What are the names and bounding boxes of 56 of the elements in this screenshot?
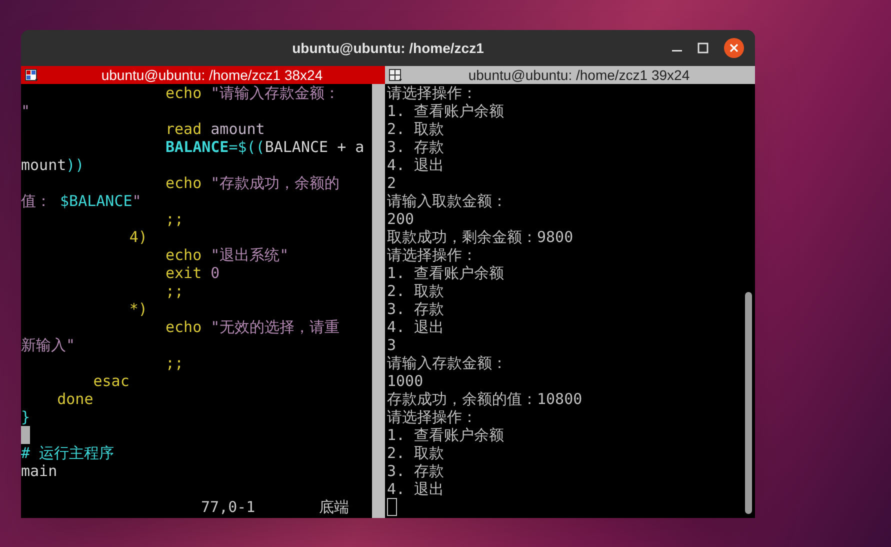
output-line: 200 [387,210,414,228]
maximize-icon[interactable] [697,42,709,54]
window-title: ubuntu@ubuntu: /home/zcz1 [292,38,484,58]
output-line: 3. 存款 [387,138,444,156]
code-line: main [21,462,58,480]
output-line: 存款成功，余额的值：10800 [387,390,582,408]
code-line: esac [92,372,130,390]
code-line: 值： $BALANCE" [21,192,142,210]
output-line: 请选择操作： [387,84,477,102]
code-line: 4) [128,228,148,246]
output-line: 2 [387,174,396,192]
pane-title: ubuntu@ubuntu: /home/zcz1 39x24 [467,66,691,84]
output-line: 3. 存款 [387,300,444,318]
code-line: } [21,408,30,426]
output-line: 1. 查看账户余额 [387,264,504,282]
output-line: 2. 取款 [387,444,444,462]
output-line: 4. 退出 [387,480,444,498]
scrollbar[interactable] [742,84,755,518]
output-line: 2. 取款 [387,120,444,138]
code-line: done [56,390,94,408]
close-icon[interactable] [723,37,745,59]
pane-title-bar[interactable]: ubuntu@ubuntu: /home/zcz1 38x24 [21,66,385,84]
code-line: " [21,102,30,120]
output-line: 请选择操作： [387,246,477,264]
output-line: 4. 退出 [387,156,444,174]
split-pane-icon[interactable] [389,68,403,82]
code-line: echo "退出系统" [164,246,289,264]
code-line: read amount [164,120,265,138]
pane-title: ubuntu@ubuntu: /home/zcz1 38x24 [100,66,324,84]
scroll-position: 底端 [319,498,350,516]
code-line: echo "无效的选择，请重 [164,318,340,336]
output-line: 1. 查看账户余额 [387,426,504,444]
output-line: 3. 存款 [387,462,444,480]
output-line: 3 [387,336,396,354]
scrollbar-thumb[interactable] [745,292,752,514]
code-line: # 运行主程序 [21,444,114,462]
output-line: 请输入取款金额： [387,192,507,210]
output-line: 请选择操作： [387,408,477,426]
output-line: 1. 查看账户余额 [387,102,504,120]
output-line: 4. 退出 [387,318,444,336]
code-line: ;; [164,210,184,228]
cursor-position: 77,0-1 [201,498,256,516]
code-line: BALANCE=$((BALANCE + a [164,138,364,156]
code-line: echo "存款成功，余额的 [164,174,340,192]
output-line: 1000 [387,372,424,390]
output-line: 2. 取款 [387,282,444,300]
code-line: echo "请输入存款金额： [164,84,340,102]
code-line: 新输入" [21,336,76,354]
output-line: 取款成功，剩余金额：9800 [387,228,574,246]
code-line: mount)) [21,156,84,174]
output-line: 请输入存款金额： [387,354,507,372]
code-line: *) [128,300,148,318]
split-pane-icon[interactable] [25,68,39,82]
code-line: ;; [164,354,184,372]
code-line: exit 0 [164,264,220,282]
code-line: ;; [164,282,184,300]
